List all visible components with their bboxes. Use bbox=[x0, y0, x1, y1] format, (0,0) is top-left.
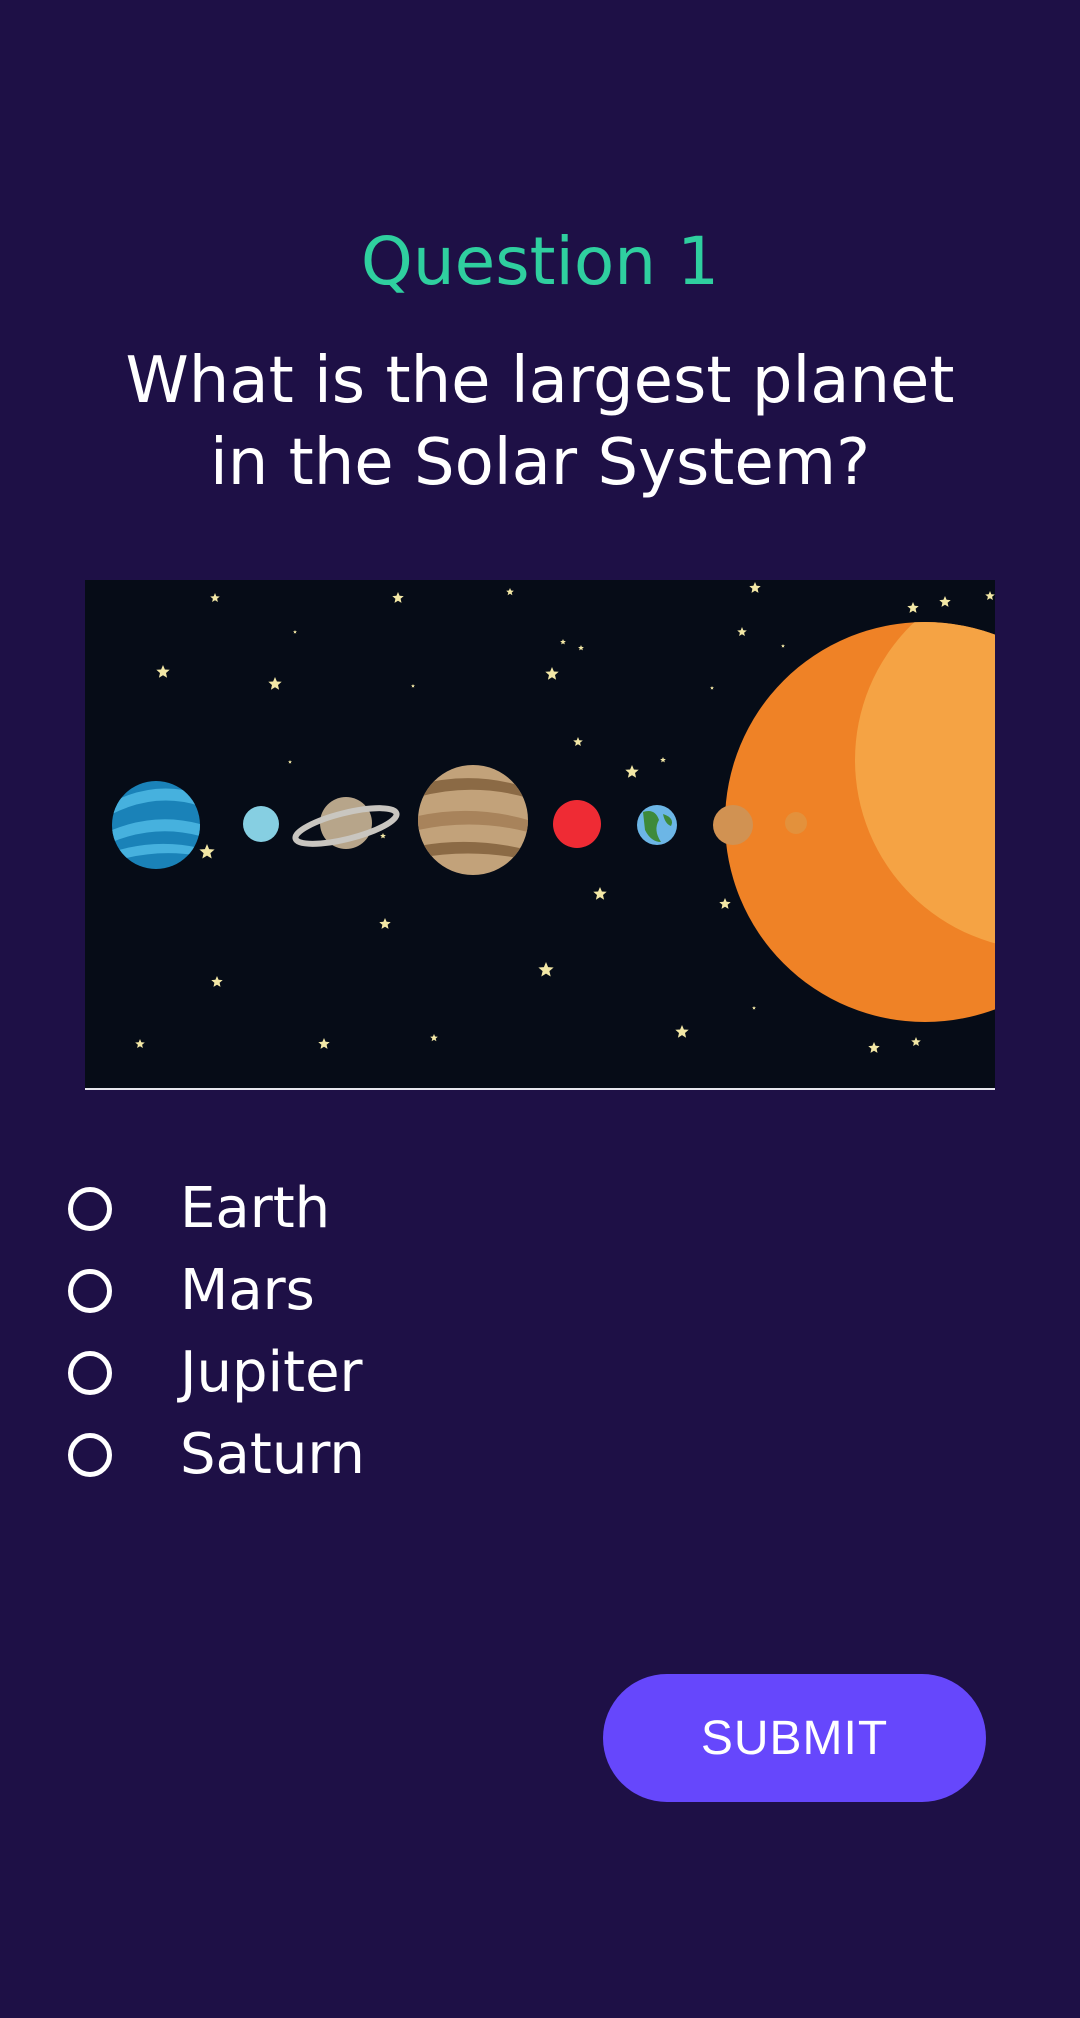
star-icon bbox=[211, 976, 223, 987]
star-icon bbox=[380, 833, 386, 839]
star-icon bbox=[939, 596, 951, 607]
star-icon bbox=[379, 918, 391, 929]
star-icon bbox=[578, 645, 584, 651]
star-icon bbox=[660, 757, 666, 763]
star-icon bbox=[911, 1037, 921, 1046]
option-saturn[interactable]: Saturn bbox=[64, 1414, 964, 1496]
star-icon bbox=[392, 592, 404, 603]
star-icon bbox=[318, 1038, 330, 1049]
solar-system-illustration bbox=[112, 582, 995, 1053]
planet-icon bbox=[243, 806, 279, 842]
star-icon bbox=[293, 630, 297, 634]
star-icon bbox=[907, 602, 919, 613]
question-image bbox=[85, 580, 995, 1090]
star-icon bbox=[781, 644, 785, 648]
planet-icon bbox=[785, 812, 807, 834]
star-icon bbox=[506, 588, 514, 596]
star-icon bbox=[573, 737, 583, 746]
planet-icon bbox=[418, 765, 528, 875]
option-label: Earth bbox=[180, 1176, 331, 1241]
star-icon bbox=[199, 844, 215, 859]
star-icon bbox=[411, 684, 415, 688]
star-icon bbox=[538, 962, 554, 977]
planet-icon bbox=[112, 781, 200, 869]
star-icon bbox=[268, 677, 282, 690]
planet-icon bbox=[713, 805, 753, 845]
option-mars[interactable]: Mars bbox=[64, 1250, 964, 1332]
star-icon bbox=[560, 639, 566, 645]
radio-button[interactable] bbox=[68, 1351, 112, 1395]
planet-icon bbox=[292, 797, 400, 849]
option-label: Saturn bbox=[180, 1422, 365, 1487]
option-label: Jupiter bbox=[180, 1340, 363, 1405]
star-icon bbox=[625, 765, 639, 778]
planet-icon bbox=[637, 805, 677, 845]
submit-button[interactable]: SUBMIT bbox=[603, 1674, 986, 1802]
star-icon bbox=[752, 1006, 756, 1010]
radio-button[interactable] bbox=[68, 1433, 112, 1477]
star-icon bbox=[710, 686, 714, 690]
star-icon bbox=[737, 627, 747, 636]
star-icon bbox=[593, 887, 607, 900]
option-earth[interactable]: Earth bbox=[64, 1168, 964, 1250]
star-icon bbox=[985, 591, 995, 600]
star-icon bbox=[675, 1025, 689, 1038]
option-jupiter[interactable]: Jupiter bbox=[64, 1332, 964, 1414]
option-label: Mars bbox=[180, 1258, 315, 1323]
question-text: What is the largest planet in the Solar … bbox=[125, 344, 955, 500]
star-icon bbox=[288, 760, 292, 764]
star-icon bbox=[210, 593, 220, 602]
star-icon bbox=[135, 1039, 145, 1048]
sun-icon bbox=[725, 622, 995, 1022]
answer-options: Earth Mars Jupiter Saturn bbox=[64, 1168, 964, 1496]
question-number: Question 1 bbox=[360, 223, 720, 300]
star-icon bbox=[719, 898, 731, 909]
planet-icon bbox=[553, 800, 601, 848]
radio-button[interactable] bbox=[68, 1187, 112, 1231]
star-icon bbox=[749, 582, 761, 593]
star-icon bbox=[430, 1034, 438, 1042]
star-icon bbox=[868, 1042, 880, 1053]
star-icon bbox=[545, 667, 559, 680]
star-icon bbox=[156, 665, 170, 678]
radio-button[interactable] bbox=[68, 1269, 112, 1313]
